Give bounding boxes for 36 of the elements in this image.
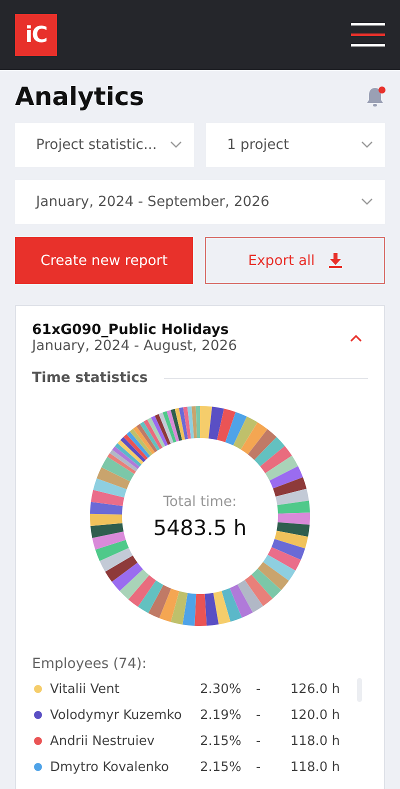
date-range-dropdown[interactable]: January, 2024 - September, 2026	[15, 180, 385, 224]
employee-percent: 2.15%	[200, 734, 242, 748]
page-title: Analytics	[15, 82, 144, 111]
report-title: 61xG090_Public Holidays	[32, 322, 230, 338]
employee-name: Vitalii Vent	[50, 682, 120, 696]
separator-dash: -	[256, 760, 262, 774]
separator-dash: -	[256, 682, 262, 696]
employee-name: Andrii Nestruiev	[50, 734, 156, 748]
employee-hours: 118.0 h	[289, 734, 340, 748]
dropdown[interactable]: Project statistic...	[15, 123, 194, 167]
chevron-down-icon	[361, 141, 373, 149]
chevron-up-icon[interactable]	[350, 334, 362, 342]
employees-label: Employees (74):	[32, 656, 148, 672]
employee-hours: 120.0 h	[289, 708, 340, 722]
chevron-down-icon	[361, 198, 373, 206]
employee-name: Volodymyr Kuzemko	[50, 708, 183, 722]
create-report-button[interactable]: Create new report	[15, 237, 193, 284]
menu-icon[interactable]	[351, 23, 385, 47]
separator-dash: -	[256, 734, 262, 748]
employee-percent: 2.19%	[200, 708, 242, 722]
notification-bell-icon[interactable]	[365, 84, 387, 108]
employee-percent: 2.15%	[200, 760, 242, 774]
total-label: Total time:	[163, 494, 237, 510]
report-period: January, 2024 - August, 2026	[32, 338, 238, 354]
total-value: 5483.5 h	[153, 516, 247, 540]
download-icon	[328, 253, 342, 268]
logo[interactable]: iC	[15, 14, 57, 56]
separator-dash: -	[256, 708, 262, 722]
employee-percent: 2.30%	[200, 682, 242, 696]
dropdown[interactable]: 1 project	[206, 123, 385, 167]
employee-hours: 126.0 h	[289, 682, 340, 696]
chevron-down-icon	[170, 141, 182, 149]
section-title: Time statistics	[32, 370, 148, 386]
export-button[interactable]: Export all	[205, 237, 385, 284]
employee-hours: 118.0 h	[289, 760, 340, 774]
employee-name: Dmytro Kovalenko	[50, 760, 170, 774]
